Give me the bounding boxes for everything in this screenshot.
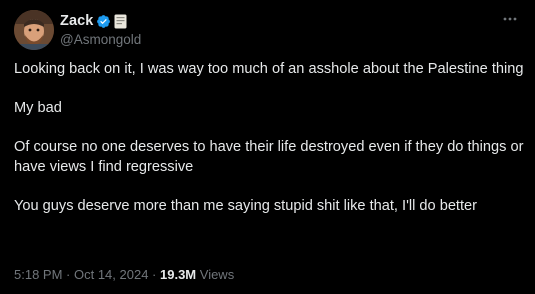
tweet-meta: 5:18 PM · Oct 14, 2024 · 19.3M Views [14, 267, 234, 282]
tweet-paragraph: My bad [14, 100, 62, 116]
tweet-text: Looking back on it, I was way too much o… [14, 60, 524, 216]
author-names: Zack @Asmongold [60, 12, 141, 47]
verified-checkmark-icon[interactable] [96, 14, 111, 29]
author-handle[interactable]: @Asmongold [60, 32, 141, 47]
views-label: Views [196, 267, 235, 282]
tweet-paragraph: You guys deserve more than me saying stu… [14, 197, 478, 214]
tweet-paragraph: Of course no one deserves to have their … [14, 139, 524, 175]
meta-separator: · [148, 267, 160, 282]
meta-separator: · [62, 267, 74, 282]
tweet-header: Zack @Asmongold [14, 10, 521, 50]
avatar-image [14, 10, 54, 50]
display-name[interactable]: Zack [60, 13, 93, 29]
avatar[interactable] [14, 10, 54, 50]
tweet: Zack @Asmongold Looking back on it, I wa… [0, 0, 535, 294]
post-time[interactable]: 5:18 PM [14, 267, 62, 282]
tweet-paragraph: Looking back on it, I was way too much o… [14, 61, 524, 77]
more-options-icon[interactable] [499, 10, 521, 28]
post-date[interactable]: Oct 14, 2024 [74, 267, 148, 282]
name-row: Zack [60, 12, 141, 30]
affiliate-badge-icon[interactable] [114, 14, 127, 29]
views-count: 19.3M [160, 267, 197, 282]
